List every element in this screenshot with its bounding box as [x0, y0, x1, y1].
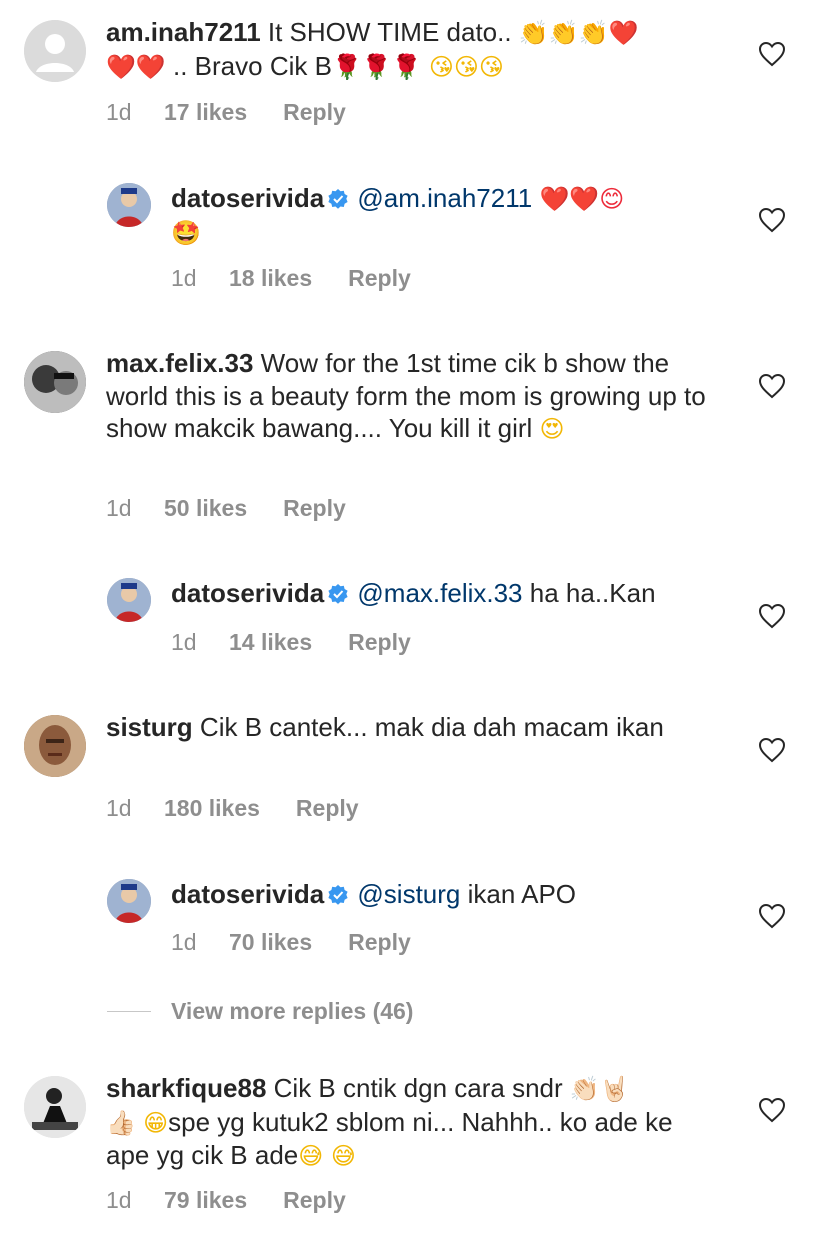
reply-meta: 1d 14 likes Reply	[171, 629, 411, 656]
heart-outline-icon[interactable]	[758, 603, 786, 629]
profile-photo-icon	[24, 715, 86, 777]
comment-text: sisturg Cik B cantek... mak dia dah maca…	[106, 712, 664, 742]
like-count[interactable]: 50 likes	[164, 495, 247, 522]
like-count[interactable]: 18 likes	[229, 265, 312, 292]
like-count[interactable]: 180 likes	[164, 795, 260, 822]
comment-text: am.inah7211 It SHOW TIME dato.. 👏👏👏❤️ ❤️…	[106, 17, 639, 81]
heart-outline-icon[interactable]	[758, 373, 786, 399]
avatar-sharkfique88[interactable]	[24, 1076, 86, 1138]
timestamp: 1d	[106, 99, 132, 125]
clap-heart-emoji: 👏👏👏❤️	[518, 19, 639, 47]
verified-badge-icon	[328, 885, 348, 905]
heart-eyes-emoji: 😍	[539, 415, 565, 443]
profile-photo-icon	[24, 351, 86, 413]
comment-text: sharkfique88 Cik B cntik dgn cara sndr 👏…	[106, 1073, 673, 1170]
mention-link[interactable]: @sisturg	[357, 879, 460, 909]
username[interactable]: sharkfique88	[106, 1073, 266, 1103]
like-count[interactable]: 17 likes	[164, 99, 247, 126]
avatar-datoserivida[interactable]	[107, 578, 151, 622]
reply-button[interactable]: Reply	[348, 629, 411, 656]
view-more-replies-button[interactable]: View more replies (46)	[107, 998, 413, 1025]
avatar-default[interactable]	[24, 20, 86, 82]
username[interactable]: sisturg	[106, 712, 193, 742]
divider	[107, 1011, 151, 1012]
profile-photo-icon	[107, 879, 151, 923]
reply-button[interactable]: Reply	[283, 99, 346, 126]
verified-badge-icon	[328, 584, 348, 604]
default-avatar-icon	[24, 20, 86, 82]
heart-emoji: ❤️❤️	[106, 52, 166, 81]
comment-meta: 1d 17 likes Reply	[106, 99, 346, 126]
reply-button[interactable]: Reply	[283, 495, 346, 522]
username[interactable]: datoserivida	[171, 578, 324, 608]
heart-outline-icon[interactable]	[758, 207, 786, 233]
kiss-emoji: 😘😘😘	[428, 52, 504, 81]
timestamp: 1d	[171, 929, 197, 955]
reply-button[interactable]: Reply	[348, 265, 411, 292]
mention-link[interactable]: @max.felix.33	[357, 578, 522, 608]
reply-button[interactable]: Reply	[348, 929, 411, 956]
timestamp: 1d	[106, 1187, 132, 1213]
timestamp: 1d	[106, 495, 132, 521]
avatar-max-felix-33[interactable]	[24, 351, 86, 413]
heart-outline-icon[interactable]	[758, 903, 786, 929]
like-count[interactable]: 14 likes	[229, 629, 312, 656]
profile-photo-icon	[24, 1076, 86, 1138]
username[interactable]: datoserivida	[171, 879, 324, 909]
reply-button[interactable]: Reply	[296, 795, 359, 822]
reply-button[interactable]: Reply	[283, 1187, 346, 1214]
avatar-datoserivida[interactable]	[107, 879, 151, 923]
sweat-smile-emoji: 😅 😅	[298, 1142, 356, 1170]
clap-rock-emoji: 👏🏻🤘🏻	[569, 1075, 630, 1103]
username[interactable]: am.inah7211	[106, 17, 261, 47]
rose-emoji: 🌹🌹🌹	[331, 52, 422, 81]
username[interactable]: datoserivida	[171, 183, 324, 213]
view-more-label: View more replies (46)	[171, 998, 414, 1024]
heart-outline-icon[interactable]	[758, 1097, 786, 1123]
heart-outline-icon[interactable]	[758, 41, 786, 67]
comment-meta: 1d 180 likes Reply	[106, 795, 359, 822]
username[interactable]: max.felix.33	[106, 348, 253, 378]
timestamp: 1d	[106, 795, 132, 821]
heart-outline-icon[interactable]	[758, 737, 786, 763]
thumbs-up-emoji: 👍🏻	[106, 1108, 136, 1137]
reply-meta: 1d 70 likes Reply	[171, 929, 411, 956]
timestamp: 1d	[171, 265, 197, 291]
comment-meta: 1d 50 likes Reply	[106, 495, 346, 522]
avatar-datoserivida[interactable]	[107, 183, 151, 227]
verified-badge-icon	[328, 189, 348, 209]
like-count[interactable]: 79 likes	[164, 1187, 247, 1214]
grin-emoji: 😁	[143, 1108, 169, 1137]
reply-text: datoserivida @am.inah7211 ❤️❤️😊 🤩	[171, 182, 731, 249]
reply-text: datoserivida @sisturg ikan APO	[171, 879, 577, 909]
comment-text: max.felix.33 Wow for the 1st time cik b …	[106, 348, 706, 443]
reply-text: datoserivida @max.felix.33 ha ha..Kan	[171, 578, 656, 608]
reply-meta: 1d 18 likes Reply	[171, 265, 411, 292]
heart-smile-emoji: ❤️❤️😊	[539, 185, 625, 213]
timestamp: 1d	[171, 629, 197, 655]
profile-photo-icon	[107, 578, 151, 622]
comment-meta: 1d 79 likes Reply	[106, 1187, 346, 1214]
profile-photo-icon	[107, 183, 151, 227]
mention-link[interactable]: @am.inah7211	[357, 183, 532, 213]
star-struck-emoji: 🤩	[171, 218, 201, 247]
avatar-sisturg[interactable]	[24, 715, 86, 777]
like-count[interactable]: 70 likes	[229, 929, 312, 956]
